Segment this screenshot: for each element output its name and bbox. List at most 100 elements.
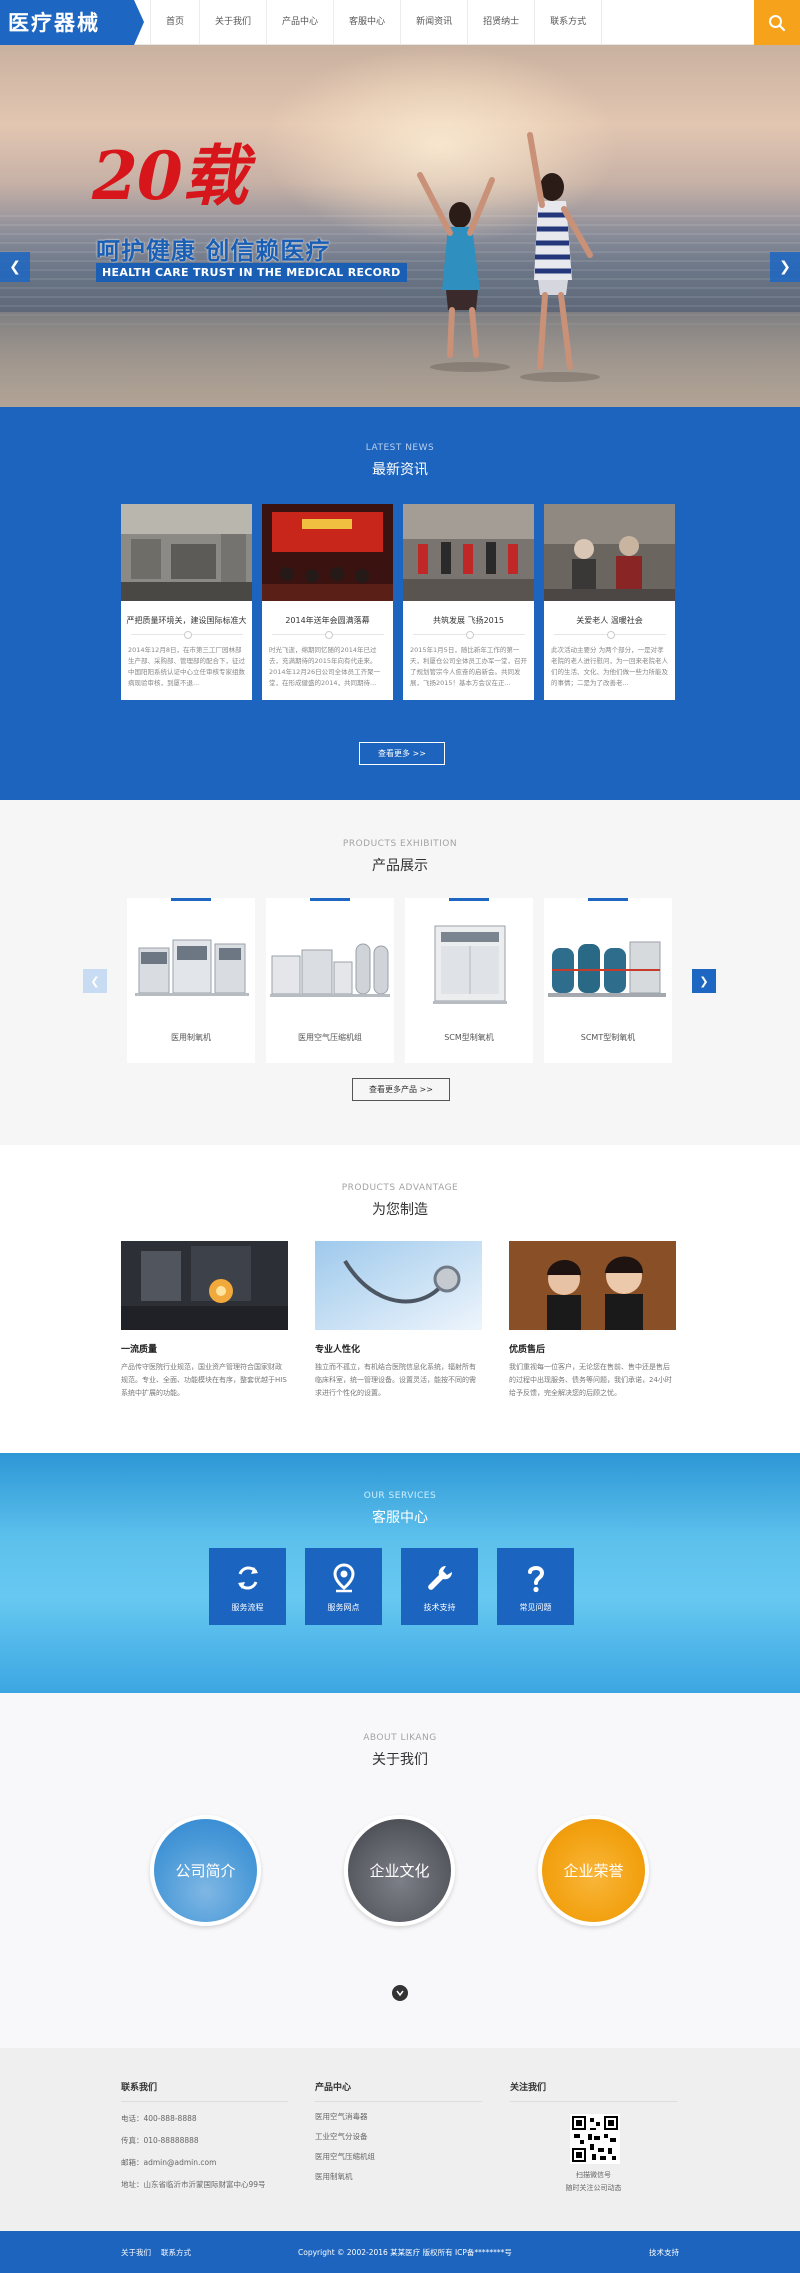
advantage-item: 优质售后 我们重视每一位客户，无论您在售前、售中还是售后的过程中出现服务、债务等…: [509, 1241, 676, 1400]
footer-products-title: 产品中心: [315, 2080, 482, 2102]
faq-button[interactable]: 常见问题: [497, 1548, 574, 1625]
product-card[interactable]: SCMT型制氧机: [544, 898, 672, 1063]
bottom-links: 关于我们 联系方式: [121, 2247, 191, 2258]
product-name: 医用制氧机: [171, 1033, 211, 1042]
news-card-title: 2014年送年会圆满落幕: [285, 616, 370, 625]
advantage-subtitle: PRODUCTS ADVANTAGE: [341, 1183, 459, 1193]
products-section: PRODUCTS EXHIBITION 产品展示 ❮ 医用制氧机 医用空气压缩机…: [0, 800, 800, 1145]
footer-product-link[interactable]: 工业空气分设备: [315, 2131, 482, 2142]
scm-oxygen-generator-image: [433, 925, 507, 1004]
tech-support-button[interactable]: 技术支持: [401, 1548, 478, 1625]
advantage-item-desc: 产品传守医院行业规范，国业资产管理符合国家财政规范。专业、全面、功能模块在有序，…: [121, 1363, 287, 1397]
service-label: 服务流程: [231, 1603, 264, 1612]
nav-home[interactable]: 首页: [150, 0, 199, 45]
qr-caption-1: 扫描微信号: [576, 2171, 611, 2179]
customer-service-photo: [509, 1241, 676, 1330]
news-card-title: 共筑发展 飞扬2015: [433, 616, 504, 625]
product-list: 医用制氧机 医用空气压缩机组 SCM型制氧机 SCMT型制氧机: [127, 898, 672, 1063]
banner-year-text: 20载: [92, 137, 248, 215]
product-card[interactable]: SCM型制氧机: [405, 898, 533, 1063]
qr-caption-2: 随时关注公司动态: [565, 2184, 622, 2192]
footer-product-link[interactable]: 医用空气压缩机组: [315, 2151, 482, 2162]
advantage-item: 专业人性化 独立而不孤立，有机结合医院信息化系统，辐射所有临床科室，统一管理设备…: [315, 1241, 482, 1400]
nav-service[interactable]: 客服中心: [333, 0, 400, 45]
news-card[interactable]: 严把质量环境关，建设国际标准大 2014年12月8日，在市第三工厂园林部生产部、…: [121, 504, 252, 700]
news-more-button[interactable]: 查看更多 >>: [359, 742, 445, 765]
services-subtitle: OUR SERVICES: [363, 1491, 437, 1501]
services-section: OUR SERVICES 客服中心 服务流程 服务网点 技术支持 常见问题: [0, 1453, 800, 1693]
advantage-list: 一流质量 产品传守医院行业规范，国业资产管理符合国家财政规范。专业、全面、功能模…: [121, 1241, 676, 1400]
search-icon: [769, 14, 786, 31]
scroll-down-button[interactable]: [392, 1985, 408, 2001]
bottom-link-contact[interactable]: 联系方式: [161, 2247, 191, 2258]
footer-product-link[interactable]: 医用制氧机: [315, 2171, 482, 2182]
about-circle-label: 公司简介: [175, 1862, 236, 1880]
service-label: 常见问题: [519, 1603, 552, 1612]
banner-prev-button[interactable]: ❮: [0, 252, 30, 282]
company-profile-button[interactable]: 公司简介: [150, 1815, 261, 1926]
qr-code-icon: [570, 2114, 620, 2164]
site-footer: 联系我们 电话：400-888-8888 传真：010-88888888 邮箱：…: [0, 2048, 800, 2231]
group-dance-photo: [403, 504, 534, 601]
news-title: 最新资讯: [372, 462, 428, 478]
service-outlets-button[interactable]: 服务网点: [305, 1548, 382, 1625]
wrench-icon: [427, 1565, 452, 1590]
product-name: 医用空气压缩机组: [298, 1033, 362, 1042]
main-nav: 首页 关于我们 产品中心 客服中心 新闻资讯 招贤纳士 联系方式: [150, 0, 603, 45]
bottom-link-about[interactable]: 关于我们: [121, 2247, 151, 2258]
nav-contact[interactable]: 联系方式: [534, 0, 603, 45]
products-next-button[interactable]: ❯: [692, 969, 716, 993]
site-logo[interactable]: 医疗器械: [0, 0, 144, 45]
service-label: 技术支持: [423, 1603, 456, 1612]
oxygen-generator-image: [135, 939, 249, 996]
search-button[interactable]: [754, 0, 800, 45]
footer-contact-title: 联系我们: [121, 2080, 288, 2102]
company-honors-button[interactable]: 企业荣誉: [538, 1815, 649, 1926]
location-pin-icon: [332, 1563, 355, 1593]
news-card-desc: 此次活动主要分 为两个部分，一是对孝老院的老人进行慰问，为一回来老院老人们的生活…: [551, 646, 668, 687]
company-culture-button[interactable]: 企业文化: [344, 1815, 455, 1926]
chevron-down-icon: [396, 1990, 404, 1997]
footer-follow: 关注我们 扫描微信号 随时关注公司动态: [510, 2080, 677, 2193]
products-more-button[interactable]: 查看更多产品 >>: [352, 1078, 450, 1101]
news-card[interactable]: 共筑发展 飞扬2015 2015年1月5日，随比新年工作的第一天，利厦仓公司全体…: [403, 504, 534, 700]
factory-photo: [121, 504, 252, 601]
product-card[interactable]: 医用制氧机: [127, 898, 255, 1063]
elderly-care-photo: [544, 504, 675, 601]
footer-address: 地址：山东省临沂市沂蒙国际财富中心99号: [121, 2180, 266, 2189]
footer-contact: 联系我们 电话：400-888-8888 传真：010-88888888 邮箱：…: [121, 2080, 288, 2190]
footer-phone: 电话：400-888-8888: [121, 2114, 197, 2123]
footer-fax: 传真：010-88888888: [121, 2136, 199, 2145]
banner-slogan: 呵护健康 创信赖医疗: [96, 237, 331, 265]
news-card[interactable]: 2014年送年会圆满落幕 时光飞逝，绵期同忆随的2014年已过去，充满期待的20…: [262, 504, 393, 700]
party-stage-photo: [262, 504, 393, 601]
banner-next-button[interactable]: ❯: [770, 252, 800, 282]
news-card-title: 严把质量环境关，建设国际标准大: [126, 616, 247, 625]
chevron-right-icon: ❯: [699, 974, 709, 988]
nav-news[interactable]: 新闻资讯: [400, 0, 467, 45]
advantage-item-title: 专业人性化: [315, 1345, 361, 1355]
news-divider: [271, 631, 384, 639]
service-process-button[interactable]: 服务流程: [209, 1548, 286, 1625]
nav-jobs[interactable]: 招贤纳士: [467, 0, 534, 45]
news-subtitle: LATEST NEWS: [365, 443, 435, 453]
chevron-left-icon: ❮: [9, 259, 21, 275]
advantage-section: PRODUCTS ADVANTAGE 为您制造 一流质量 产品传守医院行业规范，…: [0, 1145, 800, 1453]
footer-products: 产品中心 医用空气消毒器 工业空气分设备 医用空气压缩机组 医用制氧机: [315, 2080, 482, 2182]
stethoscope-photo: [315, 1241, 482, 1330]
tech-support-link[interactable]: 技术支持: [649, 2247, 679, 2258]
about-list: 公司简介 企业文化 企业荣誉: [150, 1815, 649, 1926]
products-subtitle: PRODUCTS EXHIBITION: [342, 839, 458, 849]
services-title: 客服中心: [372, 1510, 428, 1526]
news-card-title: 关爱老人 温暖社会: [576, 616, 643, 625]
nav-products[interactable]: 产品中心: [266, 0, 333, 45]
about-title: 关于我们: [372, 1752, 428, 1768]
footer-product-link[interactable]: 医用空气消毒器: [315, 2111, 482, 2122]
product-card[interactable]: 医用空气压缩机组: [266, 898, 394, 1063]
news-card[interactable]: 关爱老人 温暖社会 此次活动主要分 为两个部分，一是对孝老院的老人进行慰问，为一…: [544, 504, 675, 700]
product-name: SCMT型制氧机: [580, 1033, 636, 1042]
products-prev-button[interactable]: ❮: [83, 969, 107, 993]
nav-about[interactable]: 关于我们: [199, 0, 266, 45]
advantage-item-desc: 独立而不孤立，有机结合医院信息化系统，辐射所有临床科室，统一管理设备。设置灵活，…: [315, 1363, 476, 1397]
scmt-oxygen-generator-image: [548, 941, 666, 997]
